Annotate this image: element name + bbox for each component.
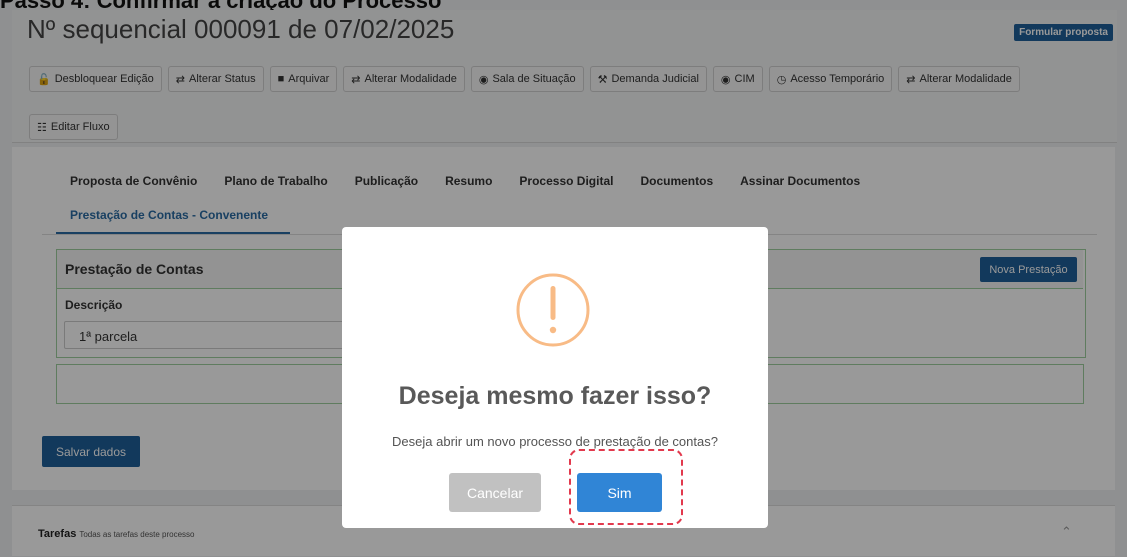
cancel-button[interactable]: Cancelar bbox=[449, 473, 541, 512]
highlight-annotation bbox=[569, 449, 683, 525]
dialog-text: Deseja abrir um novo processo de prestaç… bbox=[392, 434, 718, 449]
dialog-title: Deseja mesmo fazer isso? bbox=[398, 382, 712, 410]
warning-icon bbox=[516, 273, 590, 347]
confirm-dialog: Deseja mesmo fazer isso? Deseja abrir um… bbox=[342, 227, 768, 528]
